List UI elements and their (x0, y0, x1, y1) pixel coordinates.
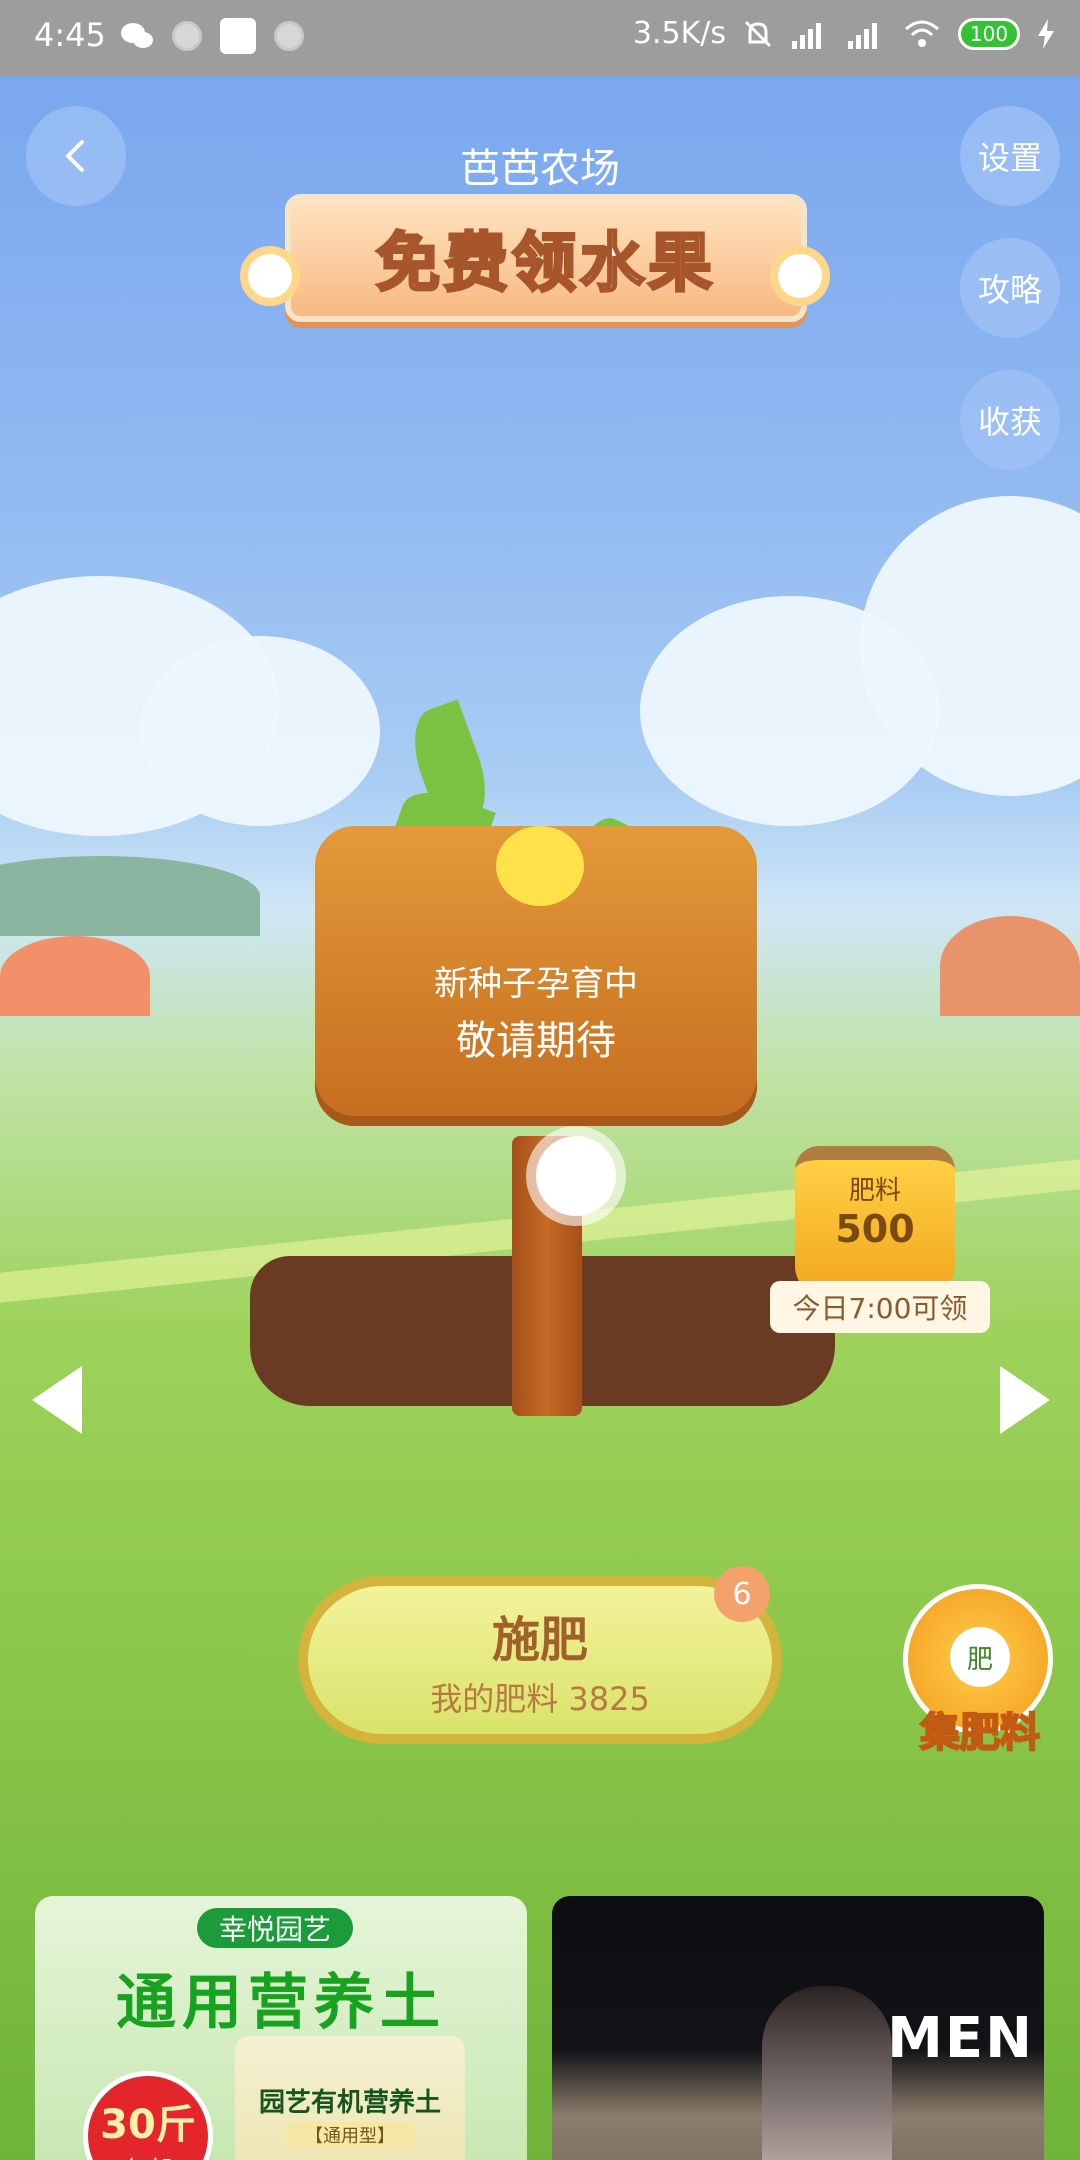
flower-icon (240, 246, 300, 306)
farmhouse (940, 916, 1080, 1016)
status-bar: 4:45 3.5K/s 100 (0, 0, 1080, 76)
app-notification-icon (172, 21, 202, 51)
chevron-left-icon (65, 140, 84, 172)
fertilizer-reward-amount: 500 (835, 1207, 915, 1251)
product-headline: 通用营养土 (116, 1968, 446, 2038)
promo-badge: 30斤 包邮 (83, 2071, 213, 2160)
banner: 免费领水果 (285, 194, 807, 322)
brand-tag: 幸悦园艺 (197, 1908, 354, 1948)
chick-icon (496, 826, 584, 906)
status-time: 4:45 (34, 16, 106, 54)
wechat-icon (121, 23, 153, 48)
product-name: 园艺有机营养土 (258, 2088, 441, 2118)
banner-text: 免费领水果 (375, 226, 716, 303)
fertilize-badge: 6 (714, 1566, 770, 1622)
fertilizer-reward-time: 今日7:00可领 (770, 1281, 990, 1333)
browser-icon (220, 18, 256, 54)
sign-line1: 新种子孕育中 (434, 964, 638, 1004)
harvest-button[interactable]: 收获 (960, 370, 1060, 470)
battery-level: 100 (969, 21, 1009, 46)
tree (0, 936, 150, 1016)
settings-button[interactable]: 设置 (960, 106, 1060, 206)
flower-icon (536, 1136, 616, 1216)
farm-page: 4:45 3.5K/s 100 芭芭农场 免费领水果 设置 攻略 收获 新种子孕… (0, 0, 1080, 2160)
battery-icon: 100 (958, 17, 1020, 50)
guide-button[interactable]: 攻略 (960, 238, 1060, 338)
app-notification-icon (274, 21, 304, 51)
farm-scene: 芭芭农场 免费领水果 设置 攻略 收获 新种子孕育中 敬请期待 肥料 500 今… (0, 76, 1080, 2160)
next-plant-arrow-icon[interactable] (1000, 1366, 1050, 1434)
network-speed: 3.5K/s (632, 16, 726, 51)
fertilizer-reward-label: 肥料 (848, 1176, 901, 1206)
product-type: 【通用型】 (285, 2122, 415, 2148)
promo-weight: 30斤 (100, 2102, 196, 2148)
mute-bell-icon (744, 20, 772, 47)
video-card[interactable]: MEN (552, 1896, 1044, 2160)
flower-icon (770, 246, 830, 306)
collect-fertilizer-label[interactable]: 集肥料 (880, 1700, 1080, 1758)
signal-hd-icon (848, 22, 877, 49)
person-image (762, 1986, 892, 2160)
previous-plant-arrow-icon[interactable] (32, 1366, 82, 1434)
wifi-icon (905, 20, 939, 47)
fertilize-button[interactable]: 施肥 我的肥料 3825 (298, 1576, 782, 1744)
status-right: 3.5K/s 100 (633, 16, 1056, 51)
notification-icons (120, 18, 304, 54)
charging-icon (1038, 18, 1054, 49)
fertilizer-bag-icon: 肥 (950, 1627, 1010, 1687)
fertilizer-reward[interactable]: 肥料 500 (795, 1146, 955, 1296)
promo-shipping: 包邮 (88, 2150, 208, 2160)
signal-icon (792, 22, 821, 49)
page-title: 芭芭农场 (460, 146, 620, 192)
sign-line2: 敬请期待 (456, 1018, 616, 1064)
fertilize-label: 施肥 (491, 1612, 588, 1668)
background-sign-text: MEN (887, 2006, 1034, 2071)
cloud (140, 636, 380, 826)
product-card[interactable]: 幸悦园艺 通用营养土 园艺有机营养土 【通用型】 30斤 包邮 (35, 1896, 527, 2160)
back-button[interactable] (26, 106, 126, 206)
my-fertilizer-count: 我的肥料 3825 (430, 1680, 650, 1718)
hill (0, 856, 260, 936)
